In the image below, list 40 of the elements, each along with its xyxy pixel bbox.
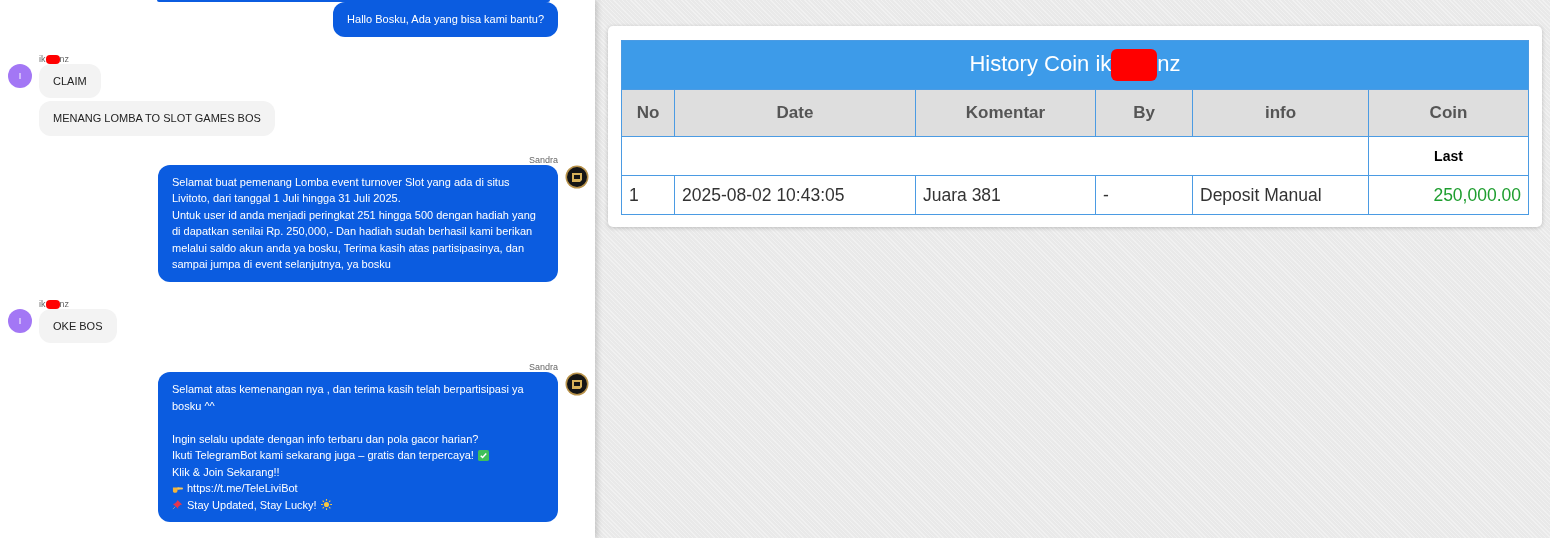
column-header: Coin bbox=[1368, 89, 1529, 137]
table-cell: 1 bbox=[621, 175, 675, 215]
redaction-mark bbox=[45, 54, 60, 64]
message-text: CLAIM bbox=[53, 74, 87, 87]
column-header: Date bbox=[674, 89, 916, 137]
table-cell: Juara 381 bbox=[915, 175, 1096, 215]
redaction-mark bbox=[1111, 49, 1158, 81]
sender-name: Sandra bbox=[528, 155, 558, 165]
sun-icon bbox=[320, 499, 332, 511]
check-icon bbox=[477, 449, 489, 461]
table-cell: 2025-08-02 10:43:05 bbox=[674, 175, 916, 215]
user-avatar: I bbox=[8, 308, 32, 333]
message-text: Ikuti TelegramBot kami sekarang juga – gratis dan terpercaya! bbox=[172, 448, 474, 463]
message-text: MENANG LOMBA TO SLOT GAMES BOS bbox=[53, 112, 261, 124]
redaction-mark bbox=[45, 299, 60, 309]
message-text: https://t.me/TeleLiviBot bbox=[187, 481, 298, 496]
table-title: History Coin ik nz bbox=[621, 40, 1529, 90]
message-text: OKE BOS bbox=[53, 319, 103, 332]
pin-icon bbox=[172, 499, 183, 511]
table-cell: Deposit Manual bbox=[1192, 175, 1369, 215]
sender-name: ik nz bbox=[39, 299, 70, 309]
message-text: Hallo Bosku, Ada yang bisa kami bantu? bbox=[347, 12, 544, 27]
column-header: By bbox=[1095, 89, 1193, 137]
sender-name: ik nz bbox=[39, 54, 70, 64]
message-text: Ingin selalu update dengan info terbaru dan pola gacor harian? bbox=[172, 431, 479, 447]
table-cell: - bbox=[1095, 175, 1193, 215]
agent-avatar-icon bbox=[565, 372, 589, 396]
table-cell: Last bbox=[1368, 136, 1529, 176]
user-avatar: I bbox=[8, 63, 32, 88]
column-header: info bbox=[1192, 89, 1369, 137]
column-header: No bbox=[621, 89, 675, 137]
sender-name: Sandra bbox=[528, 363, 558, 372]
table-cell: 250,000.00 bbox=[1368, 175, 1529, 215]
message-text: Klik & Join Sekarang!! bbox=[172, 464, 280, 480]
message-text: Selamat buat pemenang Lomba event turnover Slot yang ada di situs Livitoto, dari tanggal 1 Juli hingga 31 Juli 2025. bbox=[172, 174, 511, 206]
message-text: Selamat atas kemenangan nya , dan terima kasih telah berpartisipasi ya bosku ^^ bbox=[172, 382, 525, 414]
column-header: Komentar bbox=[915, 89, 1096, 137]
message-text: Untuk user id anda menjadi peringkat 251 hingga 500 dengan hadiah yang di dapatkan senilai Rp. 250,000,- Dan hadiah sudah berhasil kami berikan melalui saldo akun anda ya bosku, Terima kasih atas partisipasinya, dan sampai jumpa di event selanjutnya, ya bosku bbox=[172, 207, 537, 272]
agent-avatar-icon bbox=[565, 164, 589, 189]
message-text: Stay Updated, Stay Lucky! bbox=[187, 497, 317, 513]
